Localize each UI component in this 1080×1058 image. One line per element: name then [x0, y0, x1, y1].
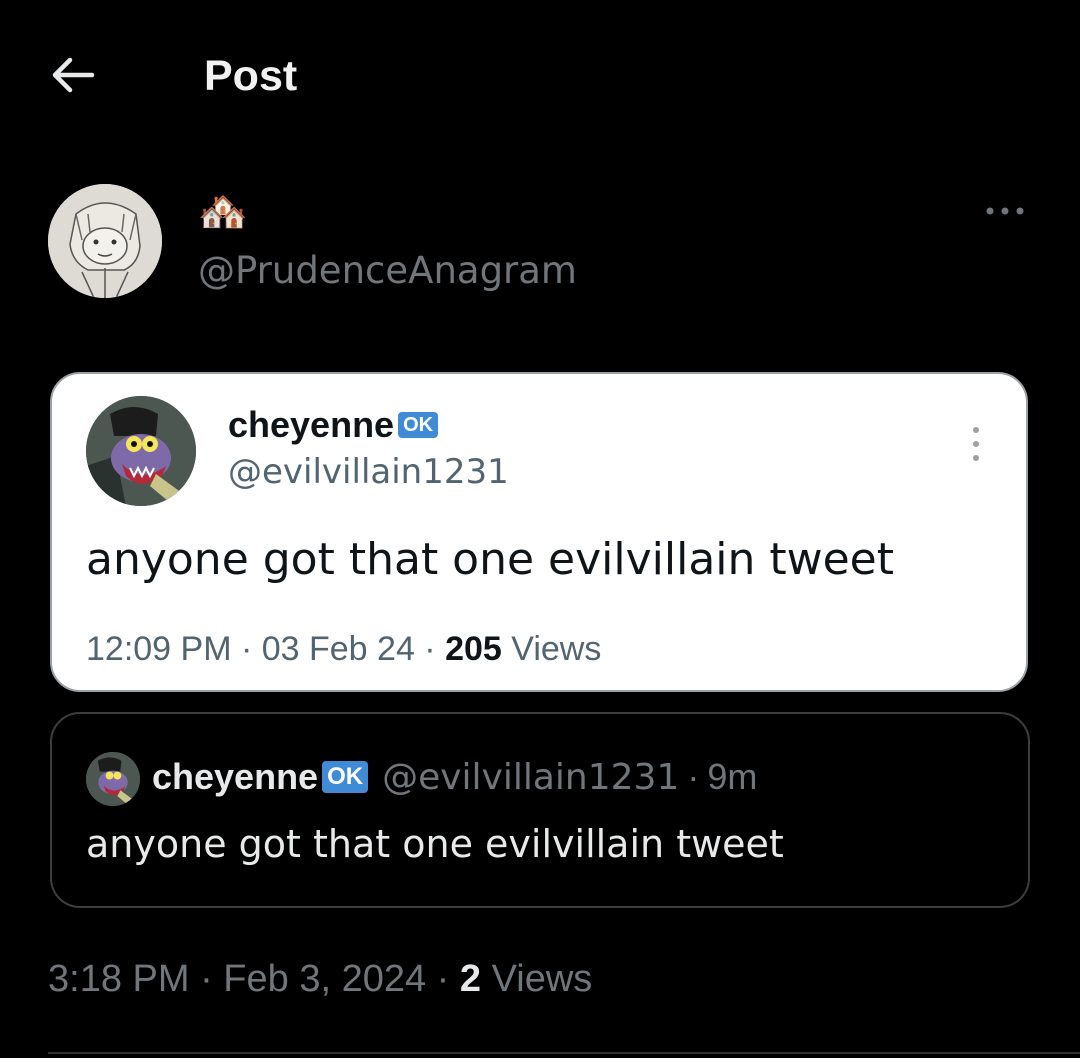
display-name[interactable]: 🏘️	[198, 192, 248, 232]
name-text: cheyenne	[228, 404, 395, 445]
avatar	[86, 396, 196, 506]
quoted-tweet-text: anyone got that one evilvillain tweet	[86, 534, 895, 585]
quoted-tweet-card[interactable]: cheyenne OK @evilvillain1231 · 9m anyone…	[50, 712, 1030, 908]
quoted-author-handle: @evilvillain1231	[382, 756, 680, 798]
post-timestamp: 3:18 PM · Feb 3, 2024 ·	[48, 958, 460, 1000]
post-meta: 3:18 PM · Feb 3, 2024 · 2 Views	[48, 958, 592, 1001]
quoted-tweet-age: 9m	[707, 756, 758, 797]
quoted-tweet-meta: 12:09 PM · 03 Feb 24 · 205 Views	[86, 630, 601, 669]
views-count: 205	[445, 630, 502, 668]
ok-badge: OK	[322, 761, 369, 793]
meta-timestamp: 12:09 PM · 03 Feb 24 ·	[86, 630, 446, 668]
back-arrow-icon	[52, 57, 95, 93]
more-horizontal-icon	[986, 207, 1024, 215]
sketch-portrait-avatar	[48, 184, 162, 298]
avatar	[86, 752, 140, 806]
separator: ·	[687, 756, 700, 797]
quoted-tweet-header: cheyenne OK @evilvillain1231 · 9m	[152, 756, 757, 798]
avatar[interactable]	[48, 184, 162, 298]
views-label: Views	[501, 630, 602, 668]
back-button[interactable]	[48, 52, 98, 98]
ok-badge: OK	[398, 412, 439, 438]
more-options-button[interactable]	[980, 196, 1032, 226]
views-label: Views	[481, 958, 593, 1000]
quoted-author-name: cheyenne	[152, 756, 319, 797]
author-handle[interactable]: @PrudenceAnagram	[198, 249, 577, 292]
quoted-author-handle: @evilvillain1231	[228, 452, 509, 492]
quoted-author-name: cheyenne OK	[228, 404, 439, 446]
page-title: Post	[204, 52, 298, 100]
divider	[48, 1052, 1080, 1054]
quoted-tweet-text: anyone got that one evilvillain tweet	[86, 822, 784, 866]
more-vertical-icon	[973, 427, 979, 461]
cartoon-villain-avatar	[86, 396, 196, 506]
views-count: 2	[459, 958, 482, 1000]
more-options-button	[966, 422, 986, 466]
cartoon-villain-avatar	[86, 752, 140, 806]
attached-screenshot-image[interactable]: cheyenne OK @evilvillain1231 anyone got …	[50, 372, 1028, 692]
